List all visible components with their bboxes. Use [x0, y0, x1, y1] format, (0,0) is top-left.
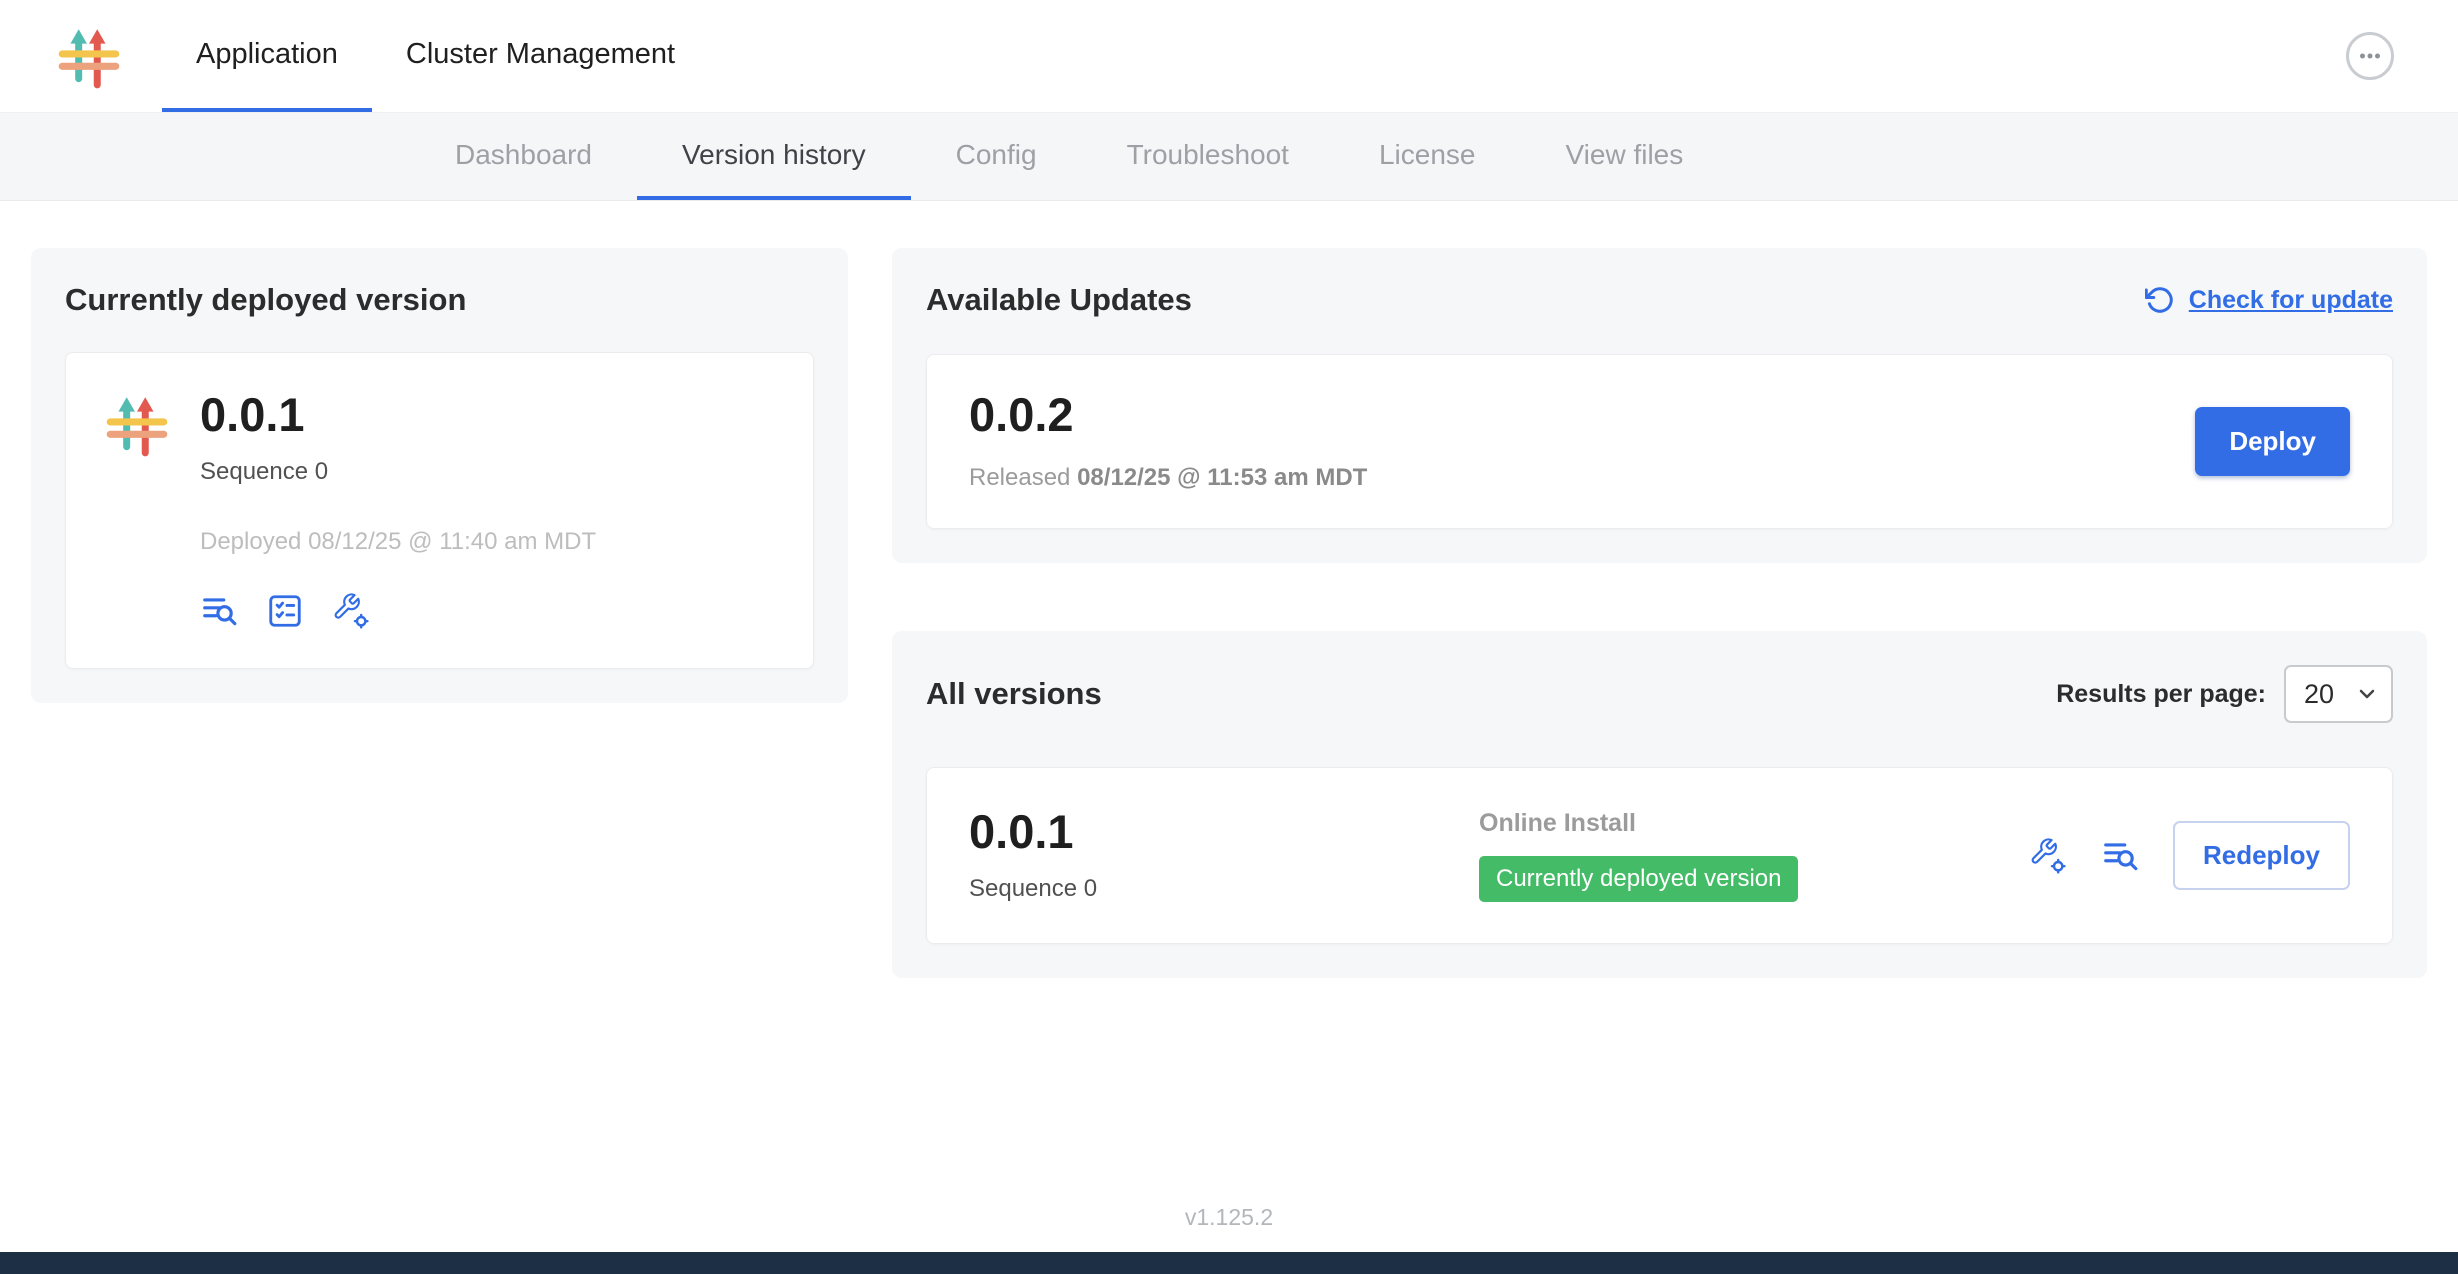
results-per-page-select-wrap: 20 [2284, 665, 2393, 723]
app-subnav: Dashboard Version history Config Trouble… [0, 113, 2458, 201]
all-versions-header: All versions Results per page: 20 [926, 665, 2393, 723]
redeploy-button[interactable]: Redeploy [2173, 821, 2350, 890]
check-for-update-link[interactable]: Check for update [2145, 285, 2393, 315]
bottom-bar [0, 1252, 2458, 1274]
app-logo-icon [104, 391, 170, 457]
logs-icon[interactable] [200, 592, 238, 630]
update-released-line: Released 08/12/25 @ 11:53 am MDT [969, 464, 1367, 492]
all-versions-title: All versions [926, 676, 1102, 712]
config-wrench-icon[interactable] [2029, 837, 2067, 875]
logs-icon[interactable] [2101, 837, 2139, 875]
topnav-tab-label: Application [196, 38, 338, 71]
row-sequence: Sequence 0 [969, 875, 1479, 903]
deploy-button[interactable]: Deploy [2195, 407, 2350, 476]
deployed-status-badge: Currently deployed version [1479, 856, 1798, 902]
deployed-card-title: Currently deployed version [65, 282, 814, 318]
topnav-spacer [709, 0, 2346, 112]
version-row-actions: Redeploy [2029, 821, 2350, 890]
deployed-version-panel: 0.0.1 Sequence 0 Deployed 08/12/25 @ 11:… [65, 352, 814, 669]
available-updates-header: Available Updates Check for update [926, 282, 2393, 318]
version-row: 0.0.1 Sequence 0 Online Install Currentl… [926, 767, 2393, 944]
tab-view-files[interactable]: View files [1520, 113, 1728, 200]
tab-troubleshoot[interactable]: Troubleshoot [1082, 113, 1334, 200]
tab-label: Version history [682, 139, 866, 171]
update-version-number: 0.0.2 [969, 391, 1367, 438]
footer: v1.125.2 [0, 1182, 2458, 1252]
console-version: v1.125.2 [1185, 1204, 1273, 1231]
tab-label: Config [956, 139, 1037, 171]
tab-label: Troubleshoot [1127, 139, 1289, 171]
row-version-number: 0.0.1 [969, 808, 1479, 855]
install-type-label: Online Install [1479, 809, 1636, 838]
tab-label: License [1379, 139, 1476, 171]
results-per-page-label: Results per page: [2056, 680, 2266, 709]
topnav-tab-label: Cluster Management [406, 38, 675, 71]
deployed-timestamp: Deployed 08/12/25 @ 11:40 am MDT [200, 528, 596, 556]
topnav-tab-application[interactable]: Application [162, 0, 372, 112]
deployed-version-number: 0.0.1 [200, 391, 596, 438]
tab-dashboard[interactable]: Dashboard [410, 113, 637, 200]
results-per-page: Results per page: 20 [2056, 665, 2393, 723]
released-label: Released [969, 464, 1070, 491]
deployed-sequence: Sequence 0 [200, 458, 596, 486]
topnav-tabs: Application Cluster Management [162, 0, 709, 112]
released-date: 08/12/25 @ 11:53 am MDT [1077, 464, 1367, 491]
version-row-details: 0.0.1 Sequence 0 [969, 808, 1479, 903]
currently-deployed-card: Currently deployed version 0.0.1 Sequenc… [31, 248, 848, 703]
overflow-menu-button[interactable] [2346, 32, 2394, 80]
refresh-icon [2145, 285, 2175, 315]
tab-config[interactable]: Config [911, 113, 1082, 200]
available-updates-card: Available Updates Check for update 0.0.2 [892, 248, 2427, 563]
version-row-status: Online Install Currently deployed versio… [1479, 809, 2029, 902]
tab-version-history[interactable]: Version history [637, 113, 911, 200]
app-logo [56, 0, 122, 112]
all-versions-card: All versions Results per page: 20 [892, 631, 2427, 978]
check-for-update-label: Check for update [2189, 286, 2393, 315]
main-content: Currently deployed version 0.0.1 Sequenc… [0, 201, 2458, 1182]
results-per-page-select[interactable]: 20 [2284, 665, 2393, 723]
update-row: 0.0.2 Released 08/12/25 @ 11:53 am MDT D… [926, 354, 2393, 529]
deployed-actions [200, 592, 596, 630]
tab-label: Dashboard [455, 139, 592, 171]
right-column: Available Updates Check for update 0.0.2 [892, 248, 2427, 978]
app-logo-icon [56, 23, 122, 89]
deployed-version-details: 0.0.1 Sequence 0 Deployed 08/12/25 @ 11:… [200, 391, 596, 630]
config-wrench-icon[interactable] [332, 592, 370, 630]
update-details: 0.0.2 Released 08/12/25 @ 11:53 am MDT [969, 391, 1367, 492]
ellipsis-icon [2355, 41, 2385, 71]
topnav-tab-cluster-management[interactable]: Cluster Management [372, 0, 709, 112]
available-updates-title: Available Updates [926, 282, 1192, 318]
tab-license[interactable]: License [1334, 113, 1521, 200]
preflight-checklist-icon[interactable] [266, 592, 304, 630]
top-navbar: Application Cluster Management [0, 0, 2458, 113]
tab-label: View files [1565, 139, 1683, 171]
